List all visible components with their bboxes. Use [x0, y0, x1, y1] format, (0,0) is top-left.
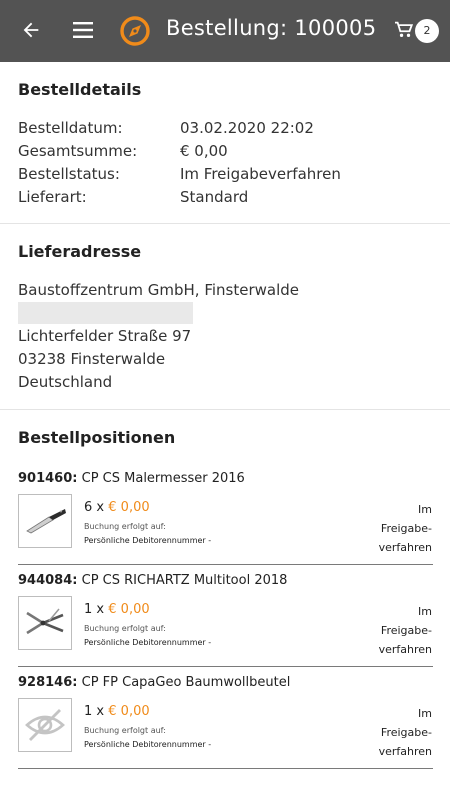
item-qty: 1	[84, 602, 93, 617]
item-number: 944084:	[18, 573, 78, 588]
detail-value: Standard	[180, 188, 249, 206]
address-line-company: Baustoffzentrum GmbH, Finsterwalde	[18, 281, 299, 299]
item-divider	[18, 666, 433, 667]
item-times: x	[96, 602, 105, 617]
delivery-address-section: Lieferadresse Baustoffzentrum GmbH, Fins…	[0, 224, 450, 410]
address-line-street: Lichterfelder Straße 97	[18, 327, 192, 345]
item-times: x	[96, 500, 105, 515]
status-line: Im	[418, 605, 432, 618]
order-positions-section: Bestellpositionen 901460: CP CS Malermes…	[0, 410, 450, 800]
booking-account: Persönliche Debitorennummer -	[84, 638, 212, 647]
detail-label: Gesamtsumme:	[18, 142, 138, 160]
booking-label: Buchung erfolgt auf:	[84, 624, 166, 633]
booking-label: Buchung erfolgt auf:	[84, 522, 166, 531]
detail-row-date: Bestelldatum: 03.02.2020 22:02	[18, 119, 314, 137]
status-line: Im	[418, 707, 432, 720]
status-line: Freigabe-	[380, 522, 432, 535]
item-number: 901460:	[18, 471, 78, 486]
detail-row-total: Gesamtsumme: € 0,00	[18, 142, 228, 160]
item-price: € 0,00	[108, 704, 150, 719]
item-price: € 0,00	[108, 500, 150, 515]
detail-label: Bestellstatus:	[18, 165, 120, 183]
detail-row-delivery: Lieferart: Standard	[18, 188, 248, 206]
item-divider	[18, 564, 433, 565]
compass-logo-icon[interactable]	[118, 14, 152, 48]
detail-row-status: Bestellstatus: Im Freigabeverfahren	[18, 165, 341, 183]
item-quantity-price: 1 x € 0,00	[84, 704, 150, 719]
knife-image	[18, 494, 72, 548]
cart-count-badge[interactable]: 2	[415, 19, 439, 43]
status-line: Im	[418, 503, 432, 516]
status-line: Freigabe-	[380, 624, 432, 637]
booking-account: Persönliche Debitorennummer -	[84, 536, 212, 545]
item-header: 901460: CP CS Malermesser 2016	[18, 471, 245, 486]
knife-icon	[26, 509, 66, 534]
detail-value: € 0,00	[180, 142, 228, 160]
item-name: CP FP CapaGeo Baumwollbeutel	[81, 675, 291, 690]
order-details-section: Bestelldetails Bestelldatum: 03.02.2020 …	[0, 62, 450, 224]
eye-off-icon	[25, 709, 65, 741]
list-item[interactable]: 928146: CP FP CapaGeo Baumwollbeutel 1 x…	[0, 672, 450, 770]
multitool-icon	[26, 608, 64, 635]
item-status: Im Freigabe- verfahren	[362, 602, 432, 659]
address-line-country: Deutschland	[18, 373, 113, 391]
item-status: Im Freigabe- verfahren	[362, 500, 432, 557]
item-times: x	[96, 704, 105, 719]
detail-value: Im Freigabeverfahren	[180, 165, 341, 183]
detail-label: Lieferart:	[18, 188, 87, 206]
arrow-back-icon[interactable]	[20, 19, 42, 41]
item-qty: 6	[84, 500, 93, 515]
detail-value: 03.02.2020 22:02	[180, 119, 314, 137]
item-status: Im Freigabe- verfahren	[362, 704, 432, 761]
delivery-address-heading: Lieferadresse	[18, 242, 142, 261]
list-item[interactable]: 901460: CP CS Malermesser 2016 6 x € 0,0…	[0, 468, 450, 566]
app-bar: Bestellung: 100005 2	[0, 0, 450, 62]
address-line-city: 03238 Finsterwalde	[18, 350, 166, 368]
item-divider	[18, 768, 433, 769]
item-number: 928146:	[18, 675, 78, 690]
booking-label: Buchung erfolgt auf:	[84, 726, 166, 735]
no-image-icon	[18, 698, 72, 752]
order-positions-heading: Bestellpositionen	[18, 428, 176, 447]
item-header: 944084: CP CS RICHARTZ Multitool 2018	[18, 573, 287, 588]
status-line: Freigabe-	[380, 726, 432, 739]
page-title: Bestellung: 100005	[166, 16, 377, 40]
item-qty: 1	[84, 704, 93, 719]
item-name: CP CS RICHARTZ Multitool 2018	[81, 573, 288, 588]
item-header: 928146: CP FP CapaGeo Baumwollbeutel	[18, 675, 290, 690]
order-details-heading: Bestelldetails	[18, 80, 142, 99]
multitool-image	[18, 596, 72, 650]
item-price: € 0,00	[108, 602, 150, 617]
item-quantity-price: 6 x € 0,00	[84, 500, 150, 515]
menu-icon[interactable]	[71, 19, 95, 41]
list-item[interactable]: 944084: CP CS RICHARTZ Multitool 2018 1 …	[0, 570, 450, 668]
item-quantity-price: 1 x € 0,00	[84, 602, 150, 617]
status-line: verfahren	[378, 541, 432, 554]
address-line-redacted	[18, 302, 193, 324]
shopping-cart-icon[interactable]	[394, 21, 414, 39]
item-name: CP CS Malermesser 2016	[81, 471, 245, 486]
booking-account: Persönliche Debitorennummer -	[84, 740, 212, 749]
status-line: verfahren	[378, 643, 432, 656]
detail-label: Bestelldatum:	[18, 119, 123, 137]
status-line: verfahren	[378, 745, 432, 758]
